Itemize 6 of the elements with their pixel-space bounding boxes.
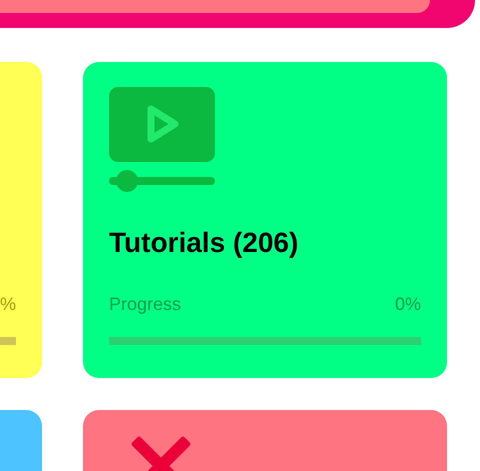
- progress-percentage: %: [0, 293, 16, 315]
- category-card[interactable]: Tutorials (206) Progress 0%: [83, 62, 447, 378]
- card-title: Tutorials (206): [109, 227, 300, 259]
- video-player-icon: [109, 87, 215, 192]
- progress-label: Progress: [109, 293, 182, 315]
- progress-percentage: 0%: [394, 293, 421, 315]
